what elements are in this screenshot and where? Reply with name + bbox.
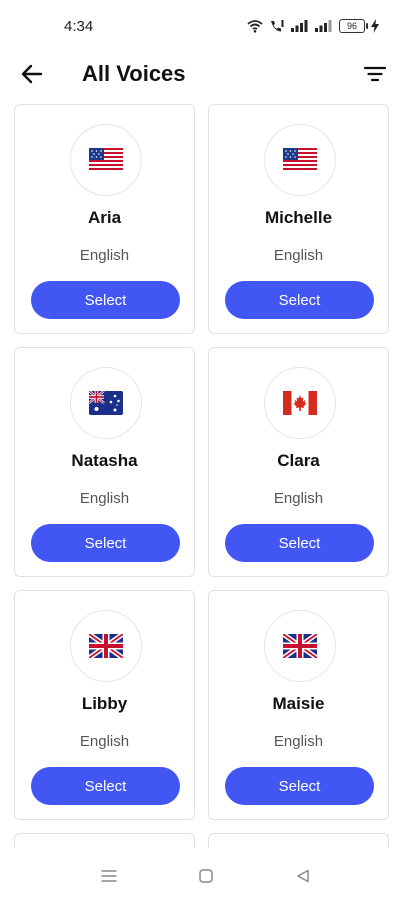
flag-avatar bbox=[70, 367, 142, 439]
app-bar: All Voices bbox=[0, 52, 405, 96]
voice-card: Clara English Select bbox=[208, 347, 389, 577]
voice-name: Aria bbox=[87, 208, 122, 227]
voice-language: English bbox=[273, 733, 324, 750]
voice-grid: Aria English Select Michelle English Sel… bbox=[14, 104, 391, 854]
select-button[interactable]: Select bbox=[31, 524, 180, 562]
voice-name: Michelle bbox=[264, 208, 333, 227]
back-button[interactable] bbox=[18, 60, 46, 88]
flag-avatar bbox=[264, 610, 336, 682]
voice-card: Michelle English Select bbox=[208, 104, 389, 334]
status-icons: 96 bbox=[247, 16, 379, 36]
select-button[interactable]: Select bbox=[31, 767, 180, 805]
flag-avatar bbox=[70, 124, 142, 196]
voice-name: Libby bbox=[81, 694, 128, 713]
call-icon bbox=[271, 20, 284, 32]
select-button[interactable]: Select bbox=[225, 767, 374, 805]
uk-flag-icon bbox=[283, 634, 317, 658]
flag-avatar bbox=[264, 124, 336, 196]
flag-avatar bbox=[264, 367, 336, 439]
voice-language: English bbox=[79, 733, 130, 750]
voice-language: English bbox=[273, 247, 324, 264]
signal-icon-2 bbox=[315, 20, 332, 32]
ca-flag-icon bbox=[283, 391, 317, 415]
wifi-icon bbox=[247, 20, 263, 33]
status-time: 4:34 bbox=[64, 18, 94, 35]
system-nav-bar bbox=[0, 848, 405, 900]
select-button[interactable]: Select bbox=[225, 281, 374, 319]
home-square-icon bbox=[199, 869, 213, 883]
uk-flag-icon bbox=[89, 634, 123, 658]
filter-button[interactable] bbox=[361, 60, 389, 88]
menu-icon bbox=[101, 870, 117, 882]
voice-card: Natasha English Select bbox=[14, 347, 195, 577]
triangle-back-icon bbox=[297, 869, 309, 883]
battery-indicator: 96 bbox=[339, 19, 368, 33]
voice-language: English bbox=[273, 490, 324, 507]
flag-avatar bbox=[70, 610, 142, 682]
voice-card: Maisie English Select bbox=[208, 590, 389, 820]
select-button[interactable]: Select bbox=[225, 524, 374, 562]
menu-nav-button[interactable] bbox=[97, 864, 121, 888]
home-nav-button[interactable] bbox=[194, 864, 218, 888]
charging-icon bbox=[371, 19, 379, 33]
voice-card: Libby English Select bbox=[14, 590, 195, 820]
us-flag-icon bbox=[283, 148, 317, 172]
filter-icon bbox=[364, 66, 386, 82]
arrow-left-icon bbox=[21, 64, 43, 84]
voice-language: English bbox=[79, 490, 130, 507]
voice-name: Maisie bbox=[272, 694, 325, 713]
back-nav-button[interactable] bbox=[291, 864, 315, 888]
voice-card: Aria English Select bbox=[14, 104, 195, 334]
select-button[interactable]: Select bbox=[31, 281, 180, 319]
signal-icon bbox=[291, 20, 308, 32]
voice-name: Natasha bbox=[71, 451, 138, 470]
page-title: All Voices bbox=[82, 61, 186, 86]
voice-language: English bbox=[79, 247, 130, 264]
status-bar: 4:34 96 bbox=[0, 0, 405, 52]
us-flag-icon bbox=[89, 148, 123, 172]
voice-name: Clara bbox=[277, 451, 320, 470]
au-flag-icon bbox=[89, 391, 123, 415]
